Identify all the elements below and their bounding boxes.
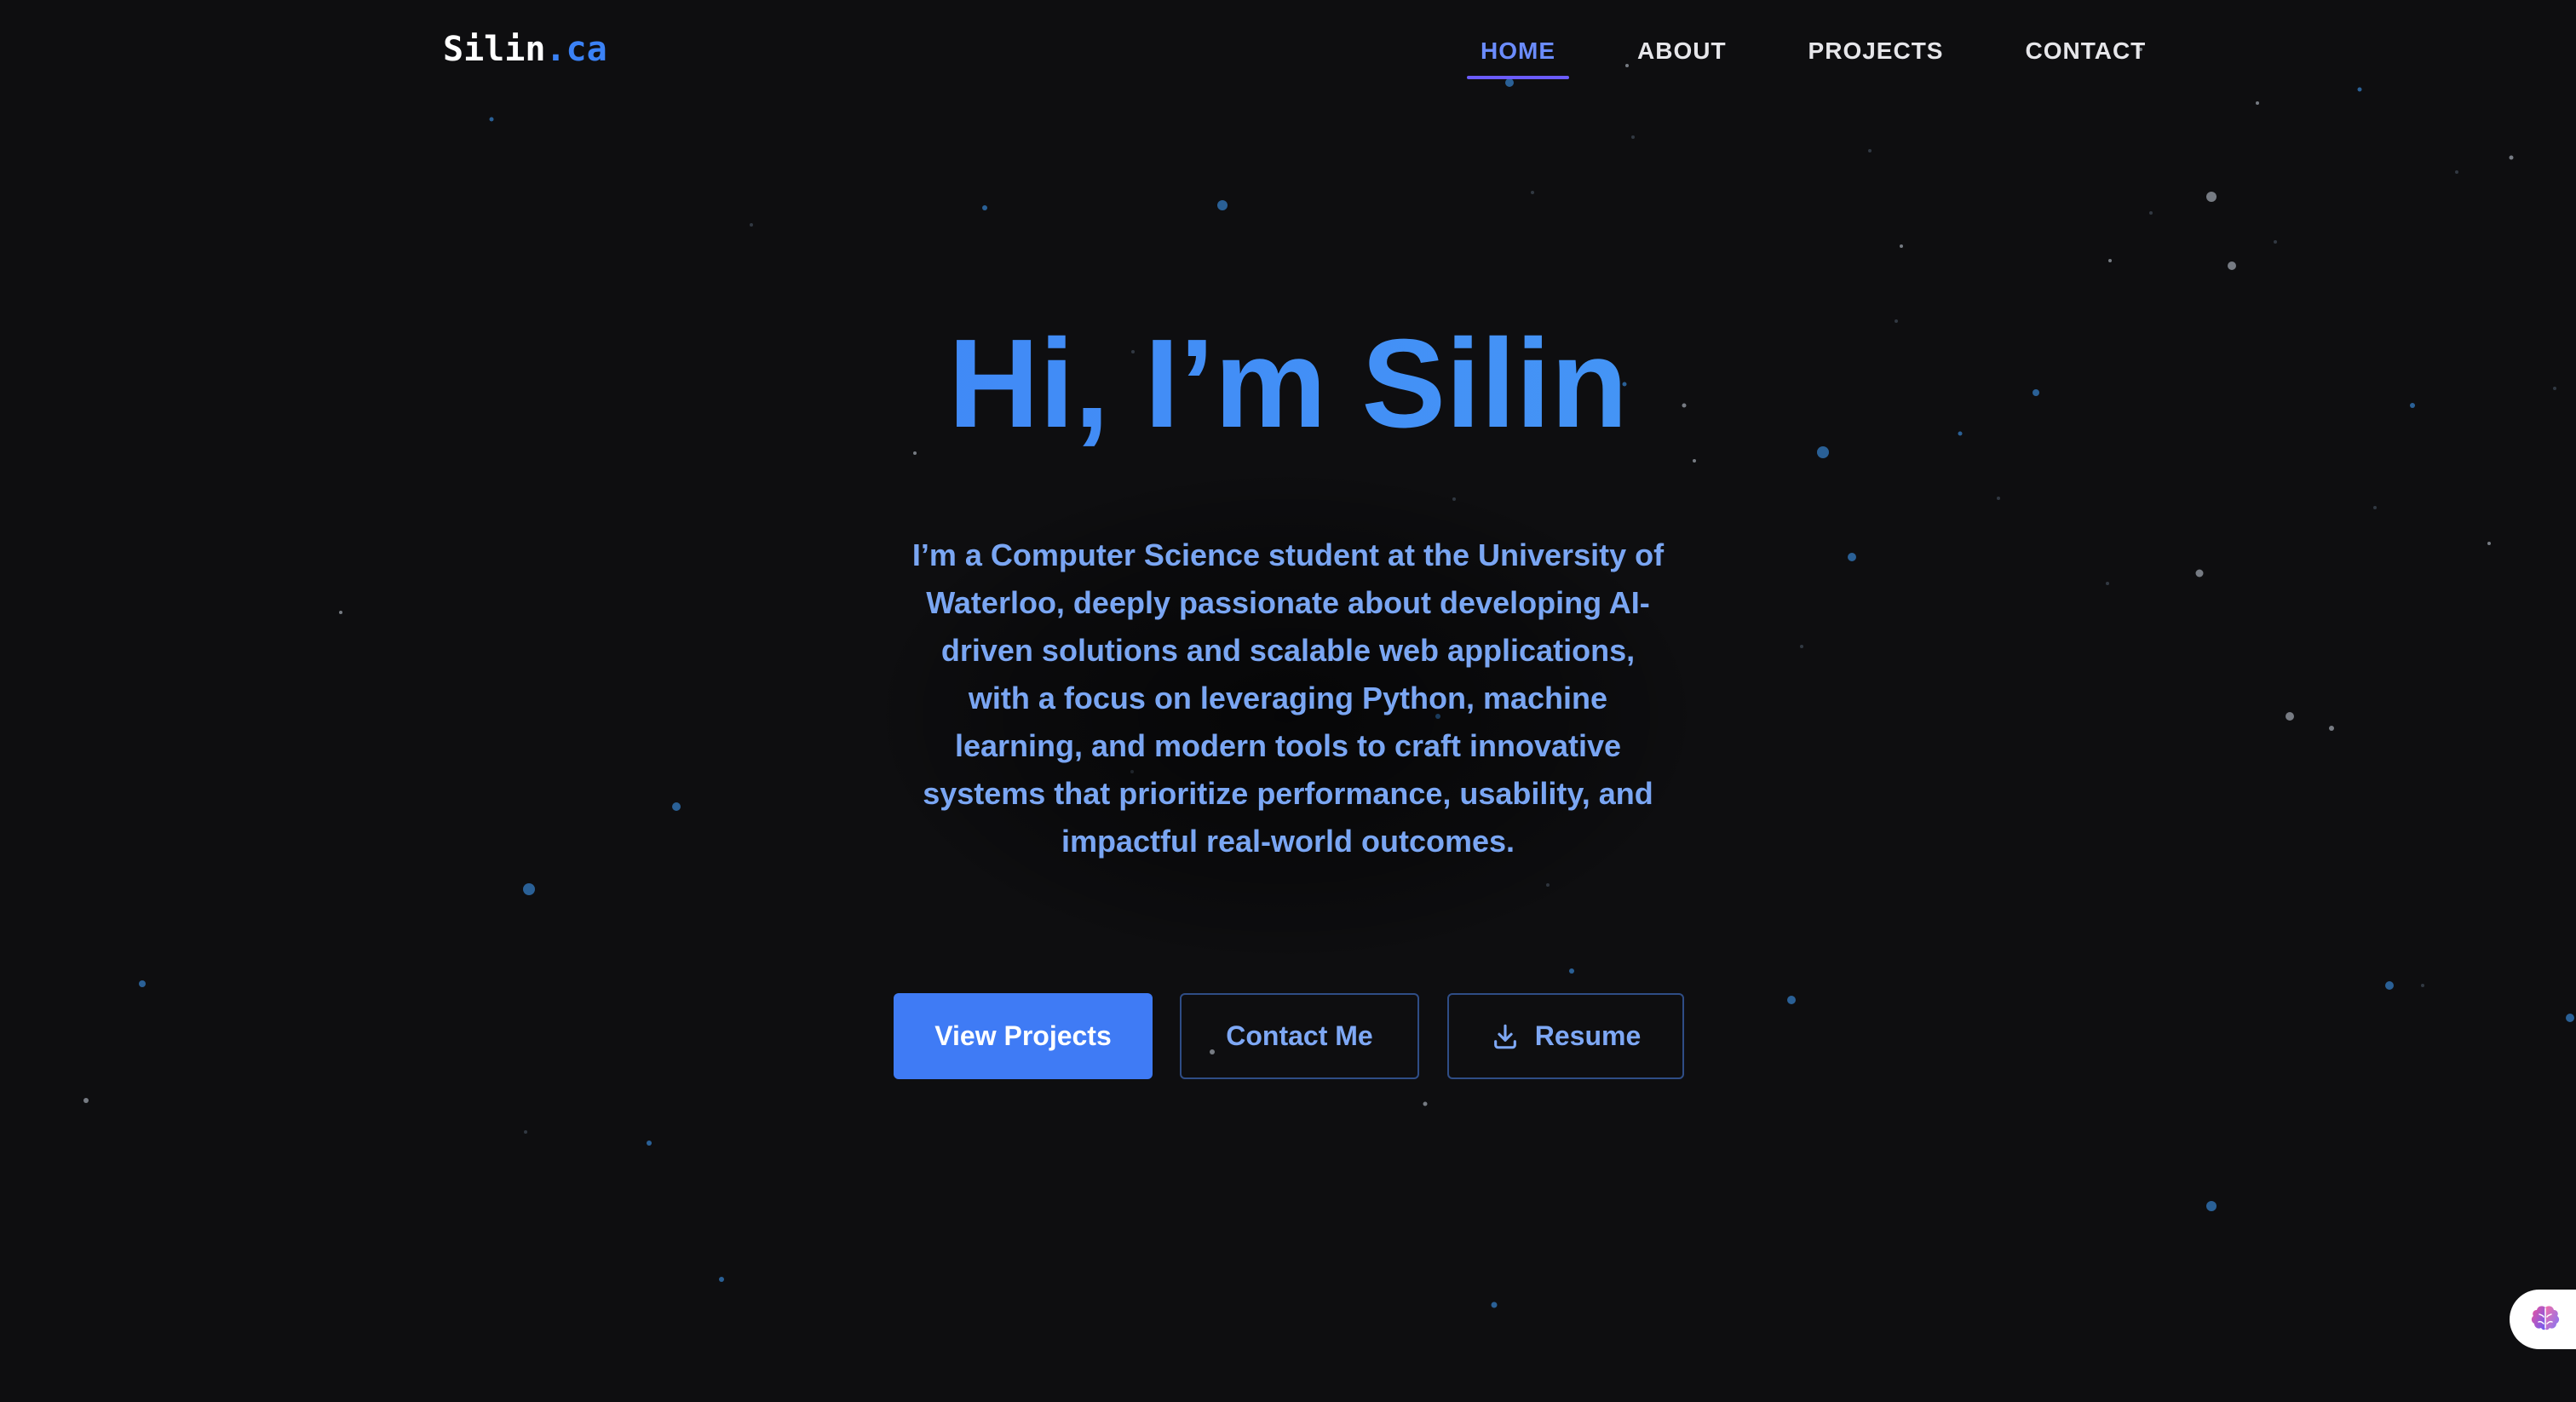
- hero-description: I’m a Computer Science student at the Un…: [911, 537, 1665, 859]
- contact-me-label: Contact Me: [1226, 1020, 1373, 1051]
- nav-item-contact[interactable]: CONTACT: [2011, 32, 2159, 75]
- nav-item-about[interactable]: ABOUT: [1624, 32, 1740, 75]
- resume-label: Resume: [1534, 1020, 1642, 1051]
- nav-item-home[interactable]: HOME: [1467, 32, 1569, 79]
- contact-me-button[interactable]: Contact Me: [1180, 993, 1419, 1079]
- hero-buttons: View Projects Contact Me Resume: [894, 993, 1684, 1079]
- page: Silin.ca HOME ABOUT PROJECTS CONTACT Hi,…: [0, 0, 2576, 1402]
- brain-icon: [2531, 1306, 2560, 1330]
- download-icon: [1493, 1024, 1516, 1049]
- site-logo[interactable]: Silin.ca: [443, 26, 607, 73]
- resume-button[interactable]: Resume: [1447, 993, 1684, 1079]
- logo-tld: .ca: [545, 30, 607, 69]
- view-projects-button[interactable]: View Projects: [894, 993, 1153, 1079]
- view-projects-label: View Projects: [934, 1020, 1112, 1051]
- hero-title: Hi, I’m Silin: [0, 312, 2576, 457]
- assistant-widget[interactable]: [2510, 1290, 2576, 1349]
- main-nav: HOME ABOUT PROJECTS CONTACT: [1467, 32, 2159, 79]
- nav-item-projects[interactable]: PROJECTS: [1795, 32, 1958, 75]
- logo-name: Silin: [443, 30, 546, 69]
